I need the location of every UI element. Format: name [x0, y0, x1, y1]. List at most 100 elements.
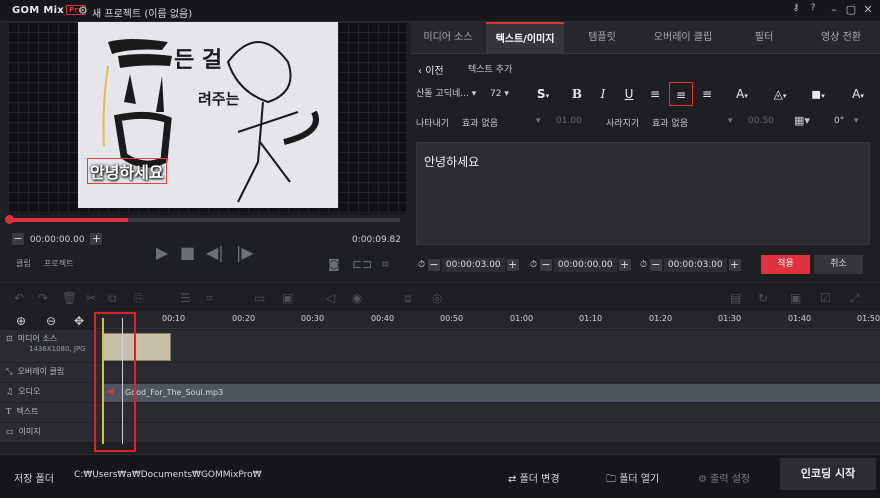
align-left-button[interactable]: ≡ [644, 82, 666, 106]
crop-icon[interactable]: ⌗ [382, 257, 389, 272]
disappear-dropdown-icon[interactable]: ▾ [728, 116, 733, 126]
style-s-button[interactable]: S▾ [532, 82, 554, 106]
help-button[interactable]: ? [805, 3, 821, 13]
calligraphy-text: 든 걸 [174, 47, 223, 73]
disappear-time[interactable]: 00.50 [748, 116, 774, 126]
app-logo: GOM Mix Pro [12, 5, 87, 16]
undo-icon[interactable]: ↶ [14, 291, 24, 305]
mid-time-stepper[interactable]: ⏱ −00:00:00.00 + [530, 258, 631, 272]
video-preview[interactable]: 든 걸 려주는 안녕하세요 [8, 22, 406, 214]
record-icon[interactable]: ⧈ [404, 291, 412, 306]
ruler-tick: 00:10 [162, 314, 186, 323]
redo-icon[interactable]: ↷ [38, 291, 48, 305]
stop-icon[interactable]: ■ [180, 243, 195, 262]
refresh-icon[interactable]: ↻ [758, 291, 768, 305]
text-editor[interactable]: 안녕하세요 [416, 142, 870, 245]
maximize-button[interactable]: ▢ [843, 3, 859, 16]
minimize-button[interactable]: – [826, 3, 842, 16]
tab-project[interactable]: 프로젝트 [44, 258, 73, 269]
tab-media-source[interactable]: 미디어 소스 [410, 22, 486, 54]
check-icon[interactable]: ☑ [820, 291, 831, 305]
save-icon[interactable]: ▣ [790, 291, 801, 305]
playback-scrubber[interactable] [5, 215, 400, 224]
output-settings-button[interactable]: ⚙ 출력 설정 [698, 470, 750, 485]
overlay-text-box[interactable]: 안녕하세요 [87, 158, 167, 184]
appear-dropdown-icon[interactable]: ▾ [536, 116, 541, 126]
image-icon[interactable]: ▣ [282, 291, 293, 305]
start-time-stepper[interactable]: ⏱ −00:00:03.00 + [418, 258, 519, 272]
music-icon: ♫ [6, 387, 14, 396]
screen-icon[interactable]: ▭ [254, 291, 265, 305]
timeline-scrollbar[interactable] [94, 444, 880, 452]
copy-icon[interactable]: ⎘ [134, 291, 144, 306]
appear-time[interactable]: 01.00 [556, 116, 582, 126]
background-color-button[interactable]: ◼▾ [804, 82, 832, 106]
encode-start-button[interactable]: 인코딩 시작 [780, 458, 876, 490]
font-select[interactable]: 산돌 고딕네... ▾ [416, 82, 492, 106]
outline-color-button[interactable]: A▾ [844, 82, 872, 106]
back-button[interactable]: ‹ 이전 [418, 62, 444, 77]
settings-icon: ⚙ [698, 474, 707, 485]
bold-button[interactable]: B [566, 82, 588, 106]
time-stepper[interactable]: − 00:00:00.00 + [12, 233, 103, 247]
disappear-effect-select[interactable]: 효과 없음 [652, 116, 688, 129]
tab-transition[interactable]: 영상 전환 [802, 22, 880, 54]
crop-icon[interactable]: ⌗ [206, 291, 213, 306]
audio-clip[interactable]: ◀ Good_For_The_Soul.mp3 [103, 384, 880, 402]
tab-template[interactable]: 템플릿 [564, 22, 640, 54]
zoom-in-icon[interactable]: ⊕ [16, 314, 26, 328]
key-icon[interactable]: ⚷ [788, 3, 804, 13]
tab-overlay-clip[interactable]: 오버레이 클립 [640, 22, 726, 54]
tab-clip[interactable]: 클립 [16, 258, 31, 269]
ruler-tick: 00:40 [371, 314, 395, 323]
bottom-bar: 저장 폴더 C:₩Users₩a₩Documents₩GOMMixPro₩ ⇄ … [0, 454, 880, 498]
prev-frame-icon[interactable]: ◀| [206, 243, 224, 262]
apply-button[interactable]: 적용 [761, 255, 810, 274]
fill-color-button[interactable]: ◬▾ [766, 82, 794, 106]
adjust-icon[interactable]: ☰ [180, 291, 191, 305]
font-color-button[interactable]: A▾ [728, 82, 756, 106]
close-button[interactable]: ✕ [860, 3, 876, 16]
delete-icon[interactable]: 🗑 [62, 291, 77, 305]
mic-icon[interactable]: ◉ [352, 291, 362, 305]
cancel-button[interactable]: 취소 [814, 255, 863, 274]
timeline-ruler[interactable]: 00:10 00:20 00:30 00:40 00:50 01:00 01:1… [94, 311, 880, 329]
play-icon[interactable]: ▶ [156, 243, 168, 262]
rotation-dropdown-icon[interactable]: ▾ [854, 116, 859, 126]
appear-effect-select[interactable]: 효과 없음 [462, 116, 498, 129]
plus-button[interactable]: + [90, 233, 103, 245]
ruler-tick: 01:20 [649, 314, 673, 323]
capture-icon[interactable]: ◎ [432, 291, 442, 305]
italic-button[interactable]: I [592, 82, 614, 106]
change-folder-button[interactable]: ⇄ 폴더 변경 [508, 470, 560, 485]
split-icon[interactable]: ⧉ [108, 291, 117, 306]
zoom-out-icon[interactable]: ⊖ [46, 314, 56, 328]
grid-icon[interactable]: ▦▾ [794, 114, 810, 127]
font-size-select[interactable]: 72 ▾ [490, 82, 524, 106]
file-icon[interactable]: ▤ [730, 291, 741, 305]
camera-icon[interactable]: ◙ [328, 257, 340, 271]
align-center-button[interactable]: ≡ [669, 82, 693, 106]
minus-button[interactable]: − [12, 233, 24, 245]
open-folder-button[interactable]: 🗀 폴더 열기 [606, 470, 659, 489]
cut-icon[interactable]: ✂ [86, 291, 96, 305]
save-path: C:₩Users₩a₩Documents₩GOMMixPro₩ [74, 470, 262, 480]
align-right-button[interactable]: ≡ [696, 82, 718, 106]
ruler-tick: 00:50 [440, 314, 464, 323]
rotation-select[interactable]: 0° [834, 116, 844, 126]
folder-swap-icon: ⇄ [508, 474, 517, 485]
tab-text-image[interactable]: 텍스트/이미지 [486, 22, 564, 54]
tab-filter[interactable]: 필터 [726, 22, 802, 54]
stopwatch-icon: ⏱ [640, 260, 648, 270]
flip-icon[interactable]: ⊏⊐ [352, 257, 372, 271]
gear-icon[interactable]: ⚙ [78, 4, 88, 17]
ruler-tick: 01:40 [788, 314, 812, 323]
underline-button[interactable]: U [618, 82, 640, 106]
next-frame-icon[interactable]: |▶ [236, 243, 254, 262]
fit-icon[interactable]: ✥ [74, 314, 84, 328]
expand-icon[interactable]: ⤢ [850, 291, 860, 306]
volume-icon[interactable]: ◁ [326, 291, 335, 305]
end-time-stepper[interactable]: ⏱ −00:00:03.00 + [640, 258, 741, 272]
appear-label: 나타내기 [416, 119, 450, 129]
text-content[interactable]: 안녕하세요 [424, 153, 479, 170]
